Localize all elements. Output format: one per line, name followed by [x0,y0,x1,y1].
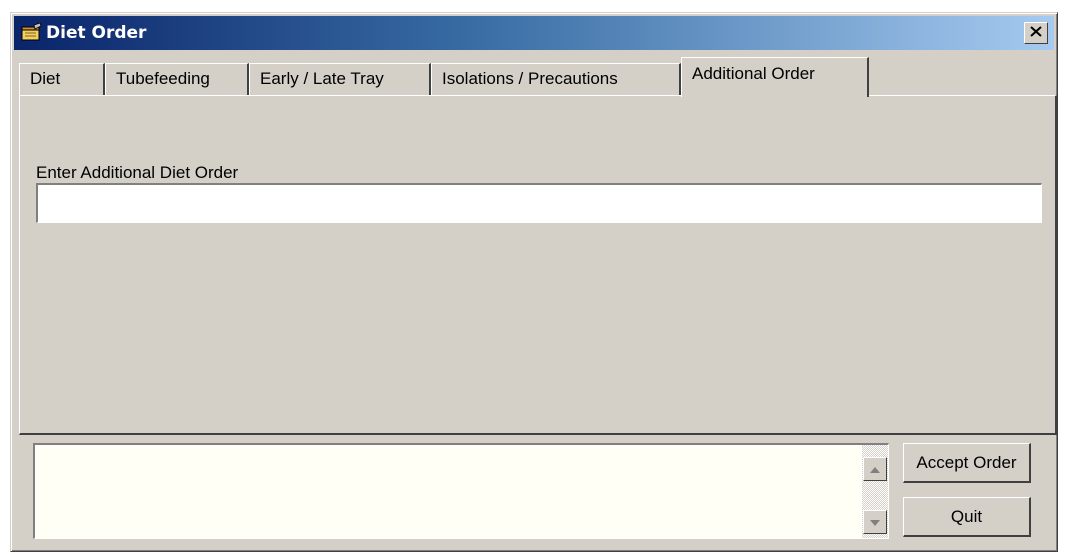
accept-order-button[interactable]: Accept Order [903,443,1031,483]
tab-label: Tubefeeding [116,69,210,88]
tab-label: Additional Order [692,64,815,83]
vertical-scrollbar[interactable] [862,445,888,538]
title-bar[interactable]: Diet Order [14,16,1054,50]
tab-additional-order[interactable]: Additional Order [681,57,869,97]
order-summary-text [39,449,858,534]
order-summary-box[interactable] [33,443,889,539]
notepad-icon [20,22,42,43]
tab-diet[interactable]: Diet [19,63,105,95]
diet-order-window: Diet Order Diet Tubefeeding Early / Late… [10,12,1058,552]
close-button[interactable] [1024,22,1048,44]
window-title: Diet Order [46,23,147,43]
quit-button[interactable]: Quit [903,497,1031,537]
tab-strip: Diet Tubefeeding Early / Late Tray Isola… [19,57,1049,97]
tab-label: Early / Late Tray [260,69,384,88]
tab-label: Isolations / Precautions [442,69,618,88]
tab-tubefeeding[interactable]: Tubefeeding [105,63,249,95]
tab-isolations-precautions[interactable]: Isolations / Precautions [431,63,681,95]
tab-panel-additional-order: Enter Additional Diet Order [19,95,1057,435]
tab-early-late-tray[interactable]: Early / Late Tray [249,63,431,95]
additional-diet-order-label: Enter Additional Diet Order [36,163,239,182]
close-icon [1030,24,1042,42]
tab-label: Diet [30,69,61,88]
additional-diet-order-input[interactable] [36,183,1042,223]
scroll-down-button[interactable] [863,510,887,534]
arrow-up-icon [870,460,880,478]
scroll-up-button[interactable] [863,457,887,481]
arrow-down-icon [870,513,880,531]
